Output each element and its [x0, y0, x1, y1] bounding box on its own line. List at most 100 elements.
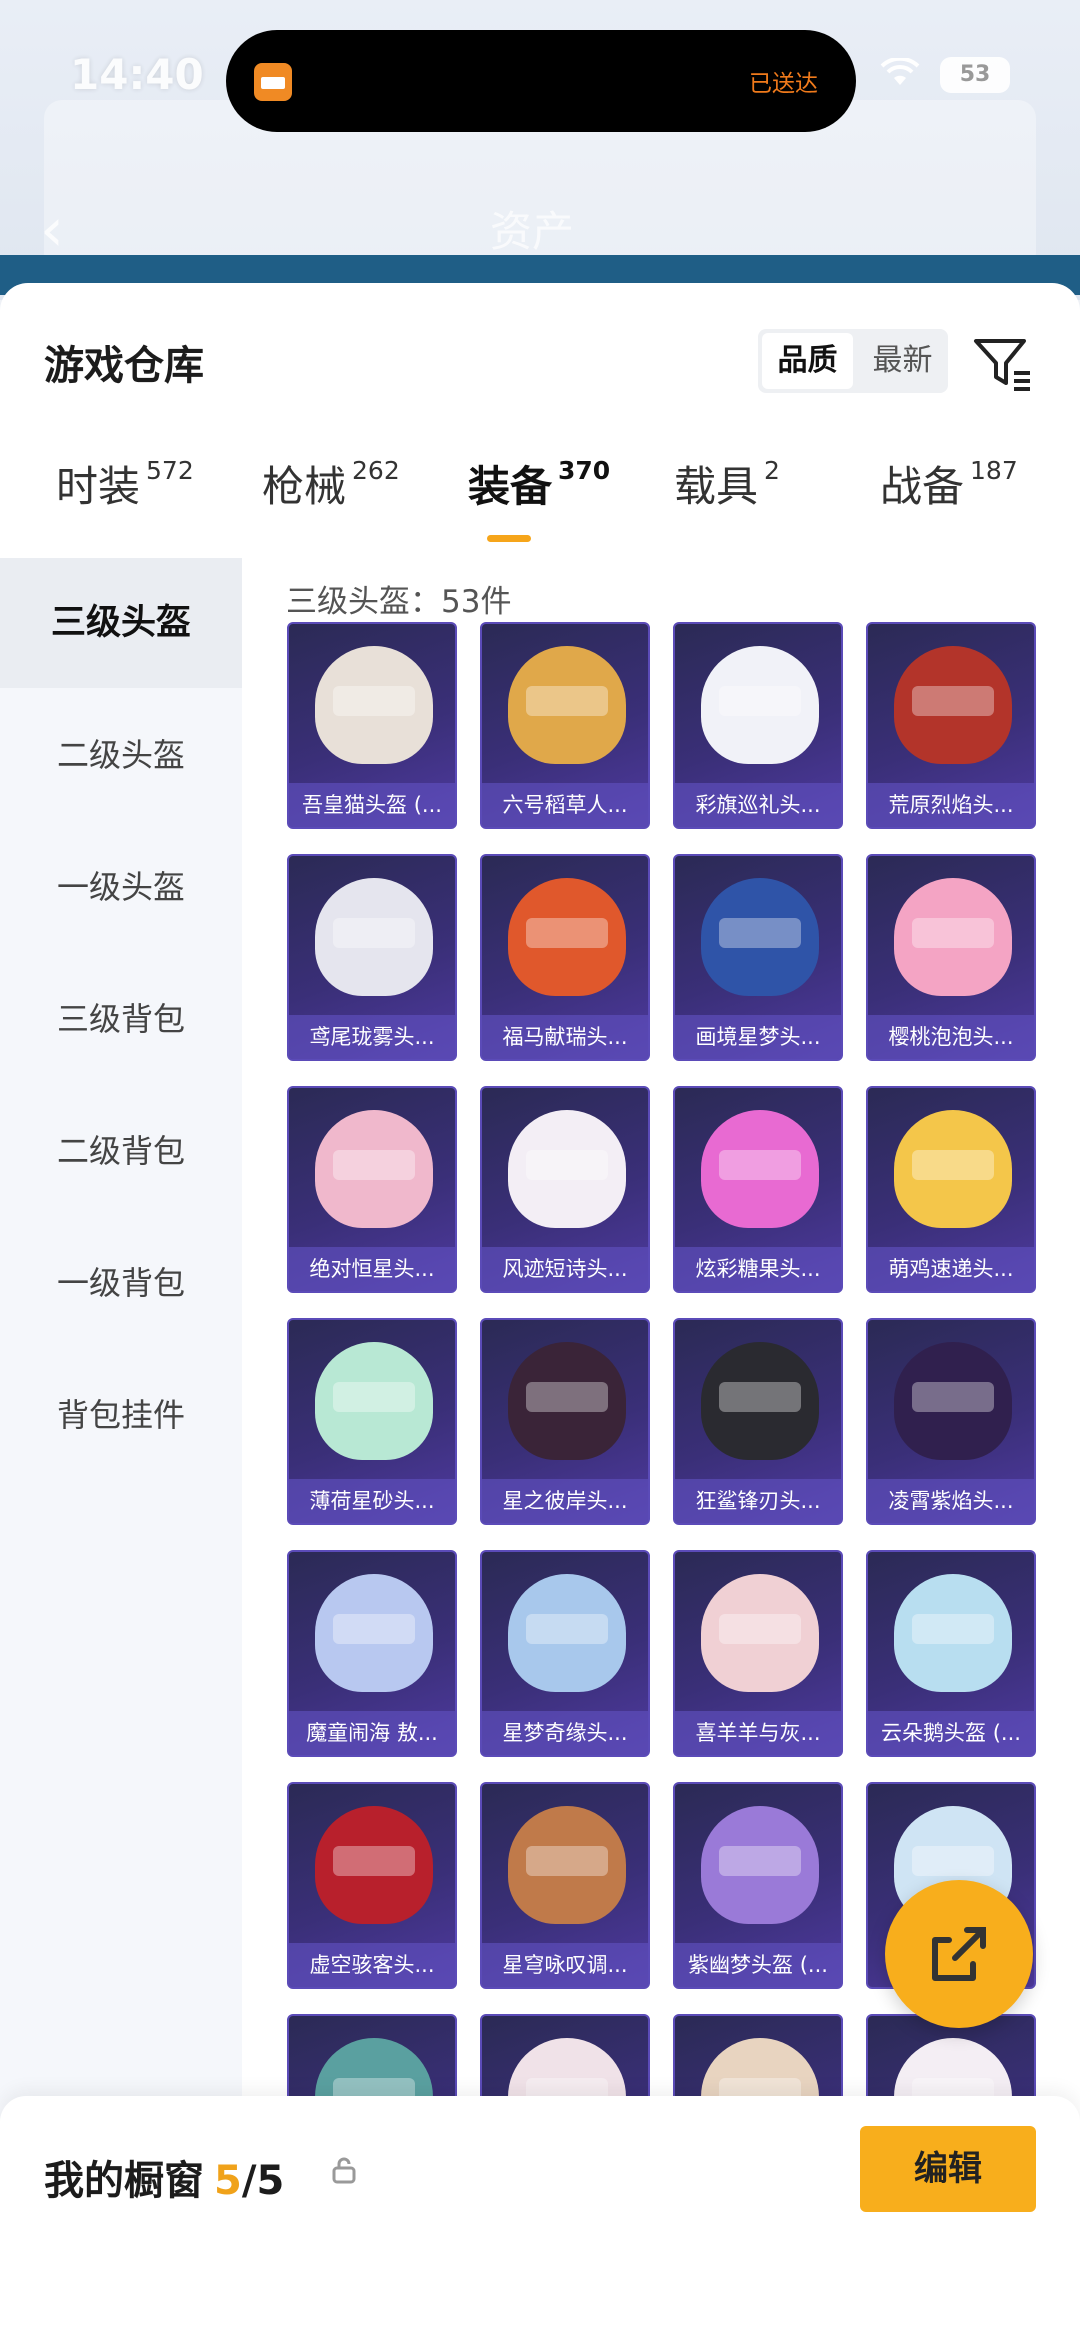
game-warehouse-sheet: 游戏仓库 品质 最新 时装 572 枪械 262 装备 370 载具 2 战备 187 三… — [0, 283, 1080, 2341]
tab-label: 装备 — [468, 462, 553, 511]
item-card[interactable]: 星之彼岸头... — [480, 1318, 650, 1525]
item-name: 福马献瑞头... — [482, 1015, 648, 1059]
sidebar-item-level1-backpack[interactable]: 一级背包 — [0, 1218, 242, 1348]
sidebar-item-level3-backpack[interactable]: 三级背包 — [0, 954, 242, 1084]
helmet-image — [315, 1342, 433, 1460]
item-name: 星穹咏叹调... — [482, 1943, 648, 1987]
item-card[interactable]: 鸢尾珑雾头... — [287, 854, 457, 1061]
tab-label: 时装 — [56, 462, 141, 511]
helmet-image — [894, 1342, 1012, 1460]
sort-quality-button[interactable]: 品质 — [762, 333, 853, 389]
wifi-icon — [880, 56, 920, 96]
item-name: 六号稻草人... — [482, 783, 648, 827]
sidebar-item-level1-helmet[interactable]: 一级头盔 — [0, 822, 242, 952]
item-name: 喜羊羊与灰... — [675, 1711, 841, 1755]
helmet-image — [701, 1806, 819, 1924]
item-card[interactable]: 魔童闹海 敖... — [287, 1550, 457, 1757]
item-name: 樱桃泡泡头... — [868, 1015, 1034, 1059]
showcase-label: 我的橱窗 5/5 — [44, 2148, 284, 2206]
share-icon — [932, 1927, 986, 1981]
category-tabs: 时装 572 枪械 262 装备 370 载具 2 战备 187 — [0, 453, 1080, 553]
item-name: 画境星梦头... — [675, 1015, 841, 1059]
helmet-image — [701, 1110, 819, 1228]
page-title: 资产 — [490, 207, 575, 256]
helmet-image — [315, 1806, 433, 1924]
tab-count: 262 — [352, 456, 400, 485]
helmet-image — [894, 1574, 1012, 1692]
tab-vehicles[interactable]: 载具 2 — [674, 453, 780, 514]
sidebar-item-level2-backpack[interactable]: 二级背包 — [0, 1086, 242, 1216]
active-tab-indicator — [487, 535, 531, 542]
item-name: 凌霄紫焰头... — [868, 1479, 1034, 1523]
helmet-image — [894, 646, 1012, 764]
item-name: 虚空骇客头... — [289, 1943, 455, 1987]
sidebar-item-level2-helmet[interactable]: 二级头盔 — [0, 690, 242, 820]
filter-icon[interactable] — [970, 331, 1034, 395]
tab-gear[interactable]: 战备 187 — [880, 453, 1018, 514]
tab-label: 枪械 — [262, 462, 347, 511]
helmet-image — [894, 1110, 1012, 1228]
delivery-status: 已送达 — [749, 71, 818, 97]
helmet-image — [508, 1806, 626, 1924]
item-card[interactable]: 星梦奇缘头... — [480, 1550, 650, 1757]
edit-button[interactable]: 编辑 — [860, 2126, 1036, 2212]
item-card[interactable]: 虚空骇客头... — [287, 1782, 457, 1989]
item-name: 星梦奇缘头... — [482, 1711, 648, 1755]
helmet-image — [701, 878, 819, 996]
tab-equipment[interactable]: 装备 370 — [468, 453, 610, 514]
item-name: 星之彼岸头... — [482, 1479, 648, 1523]
item-card[interactable]: 炫彩糖果头... — [673, 1086, 843, 1293]
item-card[interactable]: 云朵鹅头盔 (... — [866, 1550, 1036, 1757]
tab-label: 载具 — [674, 462, 759, 511]
sort-latest-button[interactable]: 最新 — [857, 329, 948, 393]
item-card[interactable]: 荒原烈焰头... — [866, 622, 1036, 829]
helmet-image — [701, 1574, 819, 1692]
item-name: 绝对恒星头... — [289, 1247, 455, 1291]
sidebar-item-level3-helmet[interactable]: 三级头盔 — [0, 558, 242, 688]
helmet-image — [894, 878, 1012, 996]
item-grid-area: 三级头盔：53件 吾皇猫头盔 (... 六号稻草人... 彩旗巡礼头... 荒原烈焰头… — [242, 558, 1080, 2341]
item-card[interactable]: 绝对恒星头... — [287, 1086, 457, 1293]
share-button[interactable] — [885, 1880, 1033, 2028]
item-card[interactable]: 吾皇猫头盔 (... — [287, 622, 457, 829]
tab-count: 370 — [558, 456, 611, 485]
item-card[interactable]: 福马献瑞头... — [480, 854, 650, 1061]
item-name: 吾皇猫头盔 (... — [289, 783, 455, 827]
helmet-image — [315, 646, 433, 764]
helmet-image — [315, 878, 433, 996]
sidebar-item-backpack-charm[interactable]: 背包挂件 — [0, 1350, 242, 1480]
item-card[interactable]: 紫幽梦头盔 (... — [673, 1782, 843, 1989]
item-card[interactable]: 樱桃泡泡头... — [866, 854, 1036, 1061]
status-bar: 14:40 已送达 53 — [0, 0, 1080, 160]
showcase-title: 我的橱窗 — [44, 2158, 204, 2204]
item-card[interactable]: 薄荷星砂头... — [287, 1318, 457, 1525]
item-card[interactable]: 彩旗巡礼头... — [673, 622, 843, 829]
item-card[interactable]: 凌霄紫焰头... — [866, 1318, 1036, 1525]
sheet-title: 游戏仓库 — [44, 343, 204, 389]
back-icon[interactable]: ‹ — [40, 195, 64, 265]
showcase-current-count: 5 — [214, 2158, 242, 2204]
item-card[interactable]: 狂鲨锋刃头... — [673, 1318, 843, 1525]
item-name: 薄荷星砂头... — [289, 1479, 455, 1523]
delivery-app-icon — [254, 63, 292, 101]
helmet-image — [315, 1574, 433, 1692]
item-card[interactable]: 星穹咏叹调... — [480, 1782, 650, 1989]
sort-toggle: 品质 最新 — [758, 329, 948, 393]
item-name: 彩旗巡礼头... — [675, 783, 841, 827]
item-card[interactable]: 六号稻草人... — [480, 622, 650, 829]
tab-guns[interactable]: 枪械 262 — [262, 453, 400, 514]
item-count-label: 三级头盔：53件 — [286, 584, 512, 620]
item-name: 炫彩糖果头... — [675, 1247, 841, 1291]
tab-fashion[interactable]: 时装 572 — [56, 453, 194, 514]
helmet-image — [701, 1342, 819, 1460]
dynamic-island[interactable]: 已送达 — [226, 30, 856, 132]
showcase-bar: 我的橱窗 5/5 编辑 — [0, 2096, 1080, 2341]
item-card[interactable]: 萌鸡速递头... — [866, 1086, 1036, 1293]
item-name: 云朵鹅头盔 (... — [868, 1711, 1034, 1755]
lock-icon[interactable] — [330, 2156, 358, 2184]
item-name: 萌鸡速递头... — [868, 1247, 1034, 1291]
item-card[interactable]: 喜羊羊与灰... — [673, 1550, 843, 1757]
item-card[interactable]: 画境星梦头... — [673, 854, 843, 1061]
helmet-image — [508, 878, 626, 996]
item-card[interactable]: 风迹短诗头... — [480, 1086, 650, 1293]
